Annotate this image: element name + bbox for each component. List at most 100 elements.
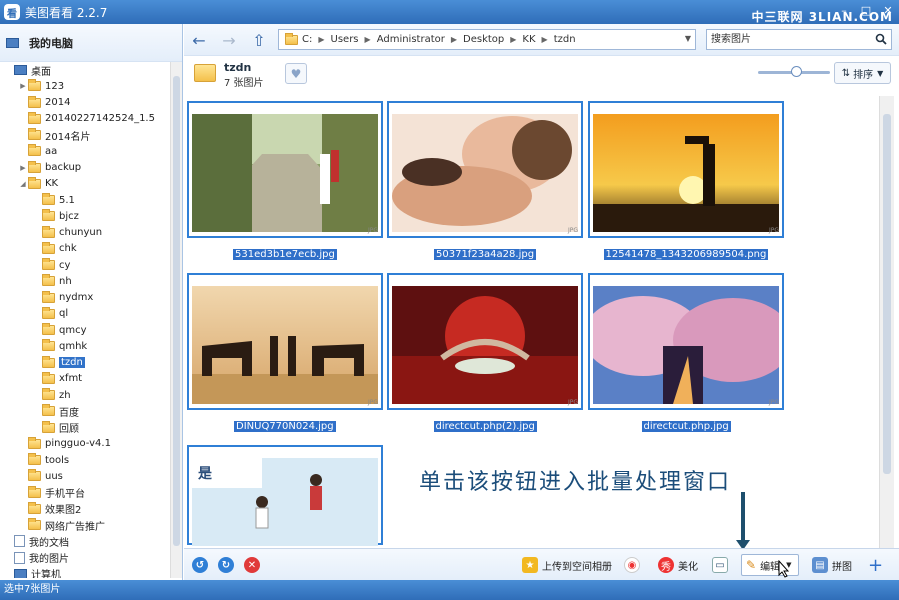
breadcrumb-item[interactable]: C: [302, 34, 312, 45]
expand-arrow-icon[interactable]: ▶ [18, 82, 28, 90]
tree-item[interactable]: xfmt [0, 371, 170, 387]
expand-arrow-icon[interactable]: ◢ [18, 180, 28, 188]
tree-item[interactable]: 计算机 [0, 566, 170, 578]
zoom-slider-knob[interactable] [791, 66, 802, 77]
tree-item[interactable]: 效果图2 [0, 501, 170, 517]
tree-item[interactable]: ▶ backup [0, 160, 170, 176]
tree-item[interactable]: pingguo-v4.1 [0, 436, 170, 452]
up-folder-icon[interactable]: ⇧ [248, 29, 270, 51]
image-filename[interactable]: DINUQ770N024.jpg [234, 421, 336, 432]
weibo-share-button[interactable]: ◉ [624, 556, 644, 574]
image-thumbnail[interactable]: JPG [387, 101, 583, 238]
breadcrumb-separator-icon[interactable]: ▶ [542, 35, 548, 44]
sort-button[interactable]: ⇅ 排序 ▼ [834, 62, 891, 84]
image-filename[interactable]: directcut.php(2).jpg [433, 421, 537, 432]
expand-arrow-icon[interactable]: ▶ [18, 164, 28, 172]
tree-item[interactable]: zh [0, 387, 170, 403]
image-filename[interactable]: 50371f23a4a28.jpg [434, 249, 537, 260]
tree-item-label: chk [59, 243, 77, 255]
folder-icon [28, 79, 41, 92]
tree-item[interactable]: cy [0, 257, 170, 273]
breadcrumb-separator-icon[interactable]: ▶ [510, 35, 516, 44]
puzzle-button[interactable]: ▤ 拼图 [812, 556, 852, 574]
breadcrumb-separator-icon[interactable]: ▶ [451, 35, 457, 44]
maximize-icon[interactable]: □ [855, 0, 877, 20]
tree-item[interactable]: nydmx [0, 290, 170, 306]
upload-album-button[interactable]: ★ 上传到空间相册 [522, 556, 612, 574]
breadcrumb-item[interactable]: KK [522, 34, 535, 45]
favorite-heart-icon[interactable]: ♥ [285, 63, 307, 84]
tree-item[interactable]: 5.1 [0, 192, 170, 208]
svg-text:是: 是 [198, 466, 213, 482]
folder-icon [28, 518, 41, 531]
address-bar[interactable]: C: ▶ Users ▶ Administrator ▶ Desktop ▶ KK ▶ tzdn ▼ [278, 29, 696, 50]
image-filename[interactable]: 531ed3b1e7ecb.jpg [233, 249, 337, 260]
tree-item[interactable]: bjcz [0, 208, 170, 224]
breadcrumb-item[interactable]: Users [331, 34, 359, 45]
computer-icon [6, 37, 19, 48]
rotate-left-icon[interactable]: ↺ [192, 557, 208, 573]
tree-item[interactable]: chunyun [0, 225, 170, 241]
app-logo-icon: 看 [4, 4, 20, 20]
content-scroll-thumb[interactable] [883, 114, 891, 474]
tree-item[interactable]: aa [0, 143, 170, 159]
search-input[interactable]: 搜索图片 [706, 29, 892, 50]
tree-item[interactable]: nh [0, 273, 170, 289]
tree-item[interactable]: chk [0, 241, 170, 257]
photo-preview: 是 [192, 458, 378, 546]
content-scrollbar[interactable] [879, 96, 894, 548]
image-thumbnail[interactable]: JPG [588, 101, 784, 238]
breadcrumb-separator-icon[interactable]: ▶ [365, 35, 371, 44]
image-filename[interactable]: directcut.php.jpg [641, 421, 731, 432]
image-thumbnail[interactable]: JPG [588, 273, 784, 410]
tree-item[interactable]: 手机平台 [0, 485, 170, 501]
edit-button[interactable]: ✎ 编辑 ▼ [741, 554, 799, 576]
document-icon [14, 535, 25, 548]
image-thumbnail[interactable]: 是 [187, 445, 383, 546]
breadcrumb-separator-icon[interactable]: ▶ [318, 35, 324, 44]
sidebar-root[interactable]: 我的电脑 [0, 24, 182, 62]
tree-item[interactable]: 20140227142524_1.5 [0, 111, 170, 127]
image-thumbnail[interactable]: JPG [387, 273, 583, 410]
image-filename[interactable]: 12541478_1343206989504.png [603, 249, 769, 260]
slideshow-button[interactable]: ▭ [712, 556, 732, 574]
forward-arrow-icon[interactable]: → [218, 29, 240, 51]
minimize-icon[interactable]: – [833, 0, 855, 20]
tree-item[interactable]: 我的图片 [0, 550, 170, 566]
delete-icon[interactable]: ✕ [244, 557, 260, 573]
rotate-right-icon[interactable]: ↻ [218, 557, 234, 573]
edit-pencil-icon: ✎ [746, 558, 757, 572]
zoom-slider[interactable] [758, 66, 830, 77]
tree-item[interactable]: 2014 [0, 95, 170, 111]
add-plus-icon[interactable]: + [868, 555, 883, 576]
back-arrow-icon[interactable]: ← [188, 29, 210, 51]
image-thumbnail[interactable]: JPG [187, 101, 383, 238]
tree-item[interactable]: ◢ KK [0, 176, 170, 192]
close-icon[interactable]: ✕ [877, 0, 899, 20]
file-type-badge: JPG [768, 227, 779, 234]
sidebar-scroll-thumb[interactable] [173, 76, 180, 546]
tree-item[interactable]: ▶ 123 [0, 78, 170, 94]
tree-item[interactable]: tools [0, 452, 170, 468]
breadcrumb-item[interactable]: Desktop [463, 34, 504, 45]
tree-item[interactable]: 百度 [0, 403, 170, 419]
tree-item[interactable]: ql [0, 306, 170, 322]
tree-item[interactable]: uus [0, 468, 170, 484]
tree-item[interactable]: 网络广告推广 [0, 517, 170, 533]
star-icon: ★ [522, 557, 538, 573]
image-thumbnail[interactable]: JPG [187, 273, 383, 410]
folder-icon [42, 404, 55, 417]
tree-item[interactable]: 我的文档 [0, 533, 170, 549]
breadcrumb-item[interactable]: Administrator [377, 34, 445, 45]
sidebar-scrollbar[interactable] [170, 62, 182, 578]
beautify-button[interactable]: 秀 美化 [658, 556, 698, 574]
tree-item[interactable]: qmcy [0, 322, 170, 338]
tree-item[interactable]: qmhk [0, 338, 170, 354]
breadcrumb-item[interactable]: tzdn [554, 34, 576, 45]
tree-item[interactable]: 桌面 [0, 62, 170, 78]
search-icon[interactable] [875, 33, 887, 45]
tree-item[interactable]: 回顾 [0, 420, 170, 436]
chevron-down-icon[interactable]: ▼ [685, 34, 691, 43]
tree-item[interactable]: tzdn [0, 355, 170, 371]
tree-item[interactable]: 2014名片 [0, 127, 170, 143]
